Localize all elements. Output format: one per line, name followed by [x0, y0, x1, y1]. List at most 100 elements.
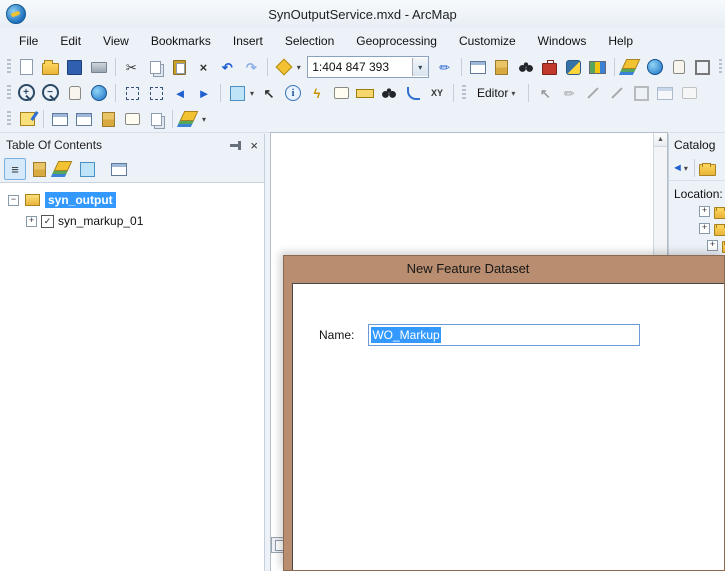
catalog-tree-item[interactable]: + — [669, 203, 725, 220]
zoom-out-icon[interactable]: − — [40, 82, 62, 104]
layer-label[interactable]: syn_markup_01 — [58, 214, 143, 228]
attributes-icon[interactable] — [654, 82, 676, 104]
full-extent-icon[interactable] — [88, 82, 110, 104]
go-to-xy-icon[interactable]: XY — [426, 82, 448, 104]
expand-toggle-icon[interactable]: + — [699, 223, 710, 234]
fixed-zoom-out-icon[interactable] — [145, 82, 167, 104]
title-bar[interactable]: SynOutputService.mxd - ArcMap — [0, 0, 725, 29]
menu-customize[interactable]: Customize — [448, 30, 527, 52]
identify-icon[interactable]: i — [282, 82, 304, 104]
toolbar-grip[interactable] — [7, 59, 11, 75]
report-icon[interactable] — [121, 108, 143, 130]
table-view-icon[interactable] — [73, 108, 95, 130]
expand-toggle-icon[interactable]: + — [26, 215, 37, 227]
list-by-drawing-order-icon[interactable]: ≡ — [4, 158, 26, 180]
open-table-icon[interactable] — [49, 108, 71, 130]
hand-tool-icon[interactable] — [668, 56, 690, 78]
table-of-contents-window-icon[interactable] — [467, 56, 489, 78]
editor-menu-button[interactable]: Editor ▾ — [471, 83, 523, 103]
pin-icon[interactable] — [228, 139, 242, 151]
toolbar-grip[interactable] — [7, 85, 11, 101]
folder-icon — [721, 238, 725, 254]
scale-dropdown-icon[interactable]: ▾ — [411, 58, 428, 76]
find-route-icon[interactable] — [402, 82, 424, 104]
sketch-properties-icon[interactable] — [678, 82, 700, 104]
find-icon[interactable] — [378, 82, 400, 104]
menu-file[interactable]: File — [8, 30, 49, 52]
expand-toggle-icon[interactable]: + — [699, 206, 710, 217]
menu-view[interactable]: View — [92, 30, 140, 52]
menu-geoprocessing[interactable]: Geoprocessing — [345, 30, 448, 52]
fixed-zoom-in-icon[interactable] — [121, 82, 143, 104]
forward-extent-icon[interactable]: ► — [193, 82, 215, 104]
edit-tool-icon[interactable]: ↖ — [534, 82, 556, 104]
delete-icon[interactable]: × — [192, 56, 214, 78]
print-icon[interactable] — [88, 56, 110, 78]
measure-icon[interactable] — [354, 82, 376, 104]
menu-windows[interactable]: Windows — [527, 30, 598, 52]
toolbar-grip[interactable] — [718, 59, 722, 75]
arctoolbox-icon[interactable] — [539, 56, 561, 78]
up-one-level-icon[interactable] — [699, 160, 717, 176]
toolbar-grip[interactable] — [7, 111, 11, 127]
redo-icon[interactable]: ↷ — [240, 56, 262, 78]
grid-tool-icon[interactable] — [692, 56, 714, 78]
dialog-title-bar[interactable]: New Feature Dataset — [284, 256, 724, 282]
back-history-dropdown-icon[interactable]: ▾ — [682, 164, 690, 173]
add-data-icon[interactable] — [273, 56, 295, 78]
layer-checkbox[interactable]: ✓ — [41, 214, 54, 228]
edit-features-icon[interactable] — [16, 108, 38, 130]
catalog-tree-icon[interactable] — [97, 108, 119, 130]
toc-header: Table Of Contents × — [0, 134, 264, 156]
select-elements-icon[interactable]: ↖ — [258, 82, 280, 104]
catalog-tree-item[interactable]: + — [669, 220, 725, 237]
copy-features-icon[interactable] — [145, 108, 167, 130]
pan-icon[interactable] — [64, 82, 86, 104]
save-icon[interactable] — [64, 56, 86, 78]
globe-tool-icon[interactable] — [644, 56, 666, 78]
toolbar-overflow-icon[interactable]: ▾ — [200, 115, 208, 124]
list-by-visibility-icon[interactable] — [54, 161, 72, 177]
python-window-icon[interactable] — [563, 56, 585, 78]
copy-icon[interactable] — [144, 56, 166, 78]
hyperlink-icon[interactable]: ϟ — [306, 82, 328, 104]
cut-icon[interactable]: ✂ — [120, 56, 142, 78]
sketch-tool-icon[interactable]: ✏ — [558, 82, 580, 104]
expand-toggle-icon[interactable]: + — [707, 240, 718, 251]
toolbar-grip[interactable] — [462, 85, 466, 101]
menu-insert[interactable]: Insert — [222, 30, 274, 52]
create-features-icon[interactable] — [630, 82, 652, 104]
scroll-up-icon[interactable]: ▲ — [654, 133, 667, 147]
rotate-tool-icon[interactable] — [606, 82, 628, 104]
select-features-icon[interactable] — [226, 82, 248, 104]
more-tools-icon[interactable] — [178, 108, 200, 130]
name-input[interactable]: WO_Markup — [368, 324, 641, 346]
layers-tool-icon[interactable] — [620, 56, 642, 78]
undo-icon[interactable]: ↶ — [216, 56, 238, 78]
paste-icon[interactable] — [168, 56, 190, 78]
split-tool-icon[interactable] — [582, 82, 604, 104]
list-by-source-icon[interactable] — [30, 161, 48, 177]
new-map-file-icon[interactable] — [16, 56, 38, 78]
zoom-in-icon[interactable]: + — [16, 82, 38, 104]
modelbuilder-icon[interactable] — [587, 56, 609, 78]
editor-toolbar-toggle-icon[interactable]: ✏ — [434, 56, 456, 78]
close-icon[interactable]: × — [250, 139, 258, 152]
scale-combobox[interactable]: 1:404 847 393 ▾ — [307, 56, 429, 78]
add-data-dropdown-icon[interactable]: ▾ — [295, 63, 302, 72]
catalog-tree-item[interactable]: + — [669, 237, 725, 254]
search-window-icon[interactable] — [515, 56, 537, 78]
dataframe-label[interactable]: syn_output — [45, 192, 116, 208]
menu-help[interactable]: Help — [597, 30, 644, 52]
list-by-selection-icon[interactable] — [78, 161, 96, 177]
html-popup-icon[interactable] — [330, 82, 352, 104]
toc-options-icon[interactable] — [110, 161, 128, 177]
select-features-dropdown-icon[interactable]: ▾ — [248, 89, 256, 98]
menu-selection[interactable]: Selection — [274, 30, 345, 52]
open-icon[interactable] — [40, 56, 62, 78]
back-extent-icon[interactable]: ◄ — [169, 82, 191, 104]
collapse-toggle-icon[interactable]: − — [8, 194, 19, 206]
catalog-window-icon[interactable] — [491, 56, 513, 78]
menu-edit[interactable]: Edit — [49, 30, 92, 52]
menu-bookmarks[interactable]: Bookmarks — [140, 30, 222, 52]
